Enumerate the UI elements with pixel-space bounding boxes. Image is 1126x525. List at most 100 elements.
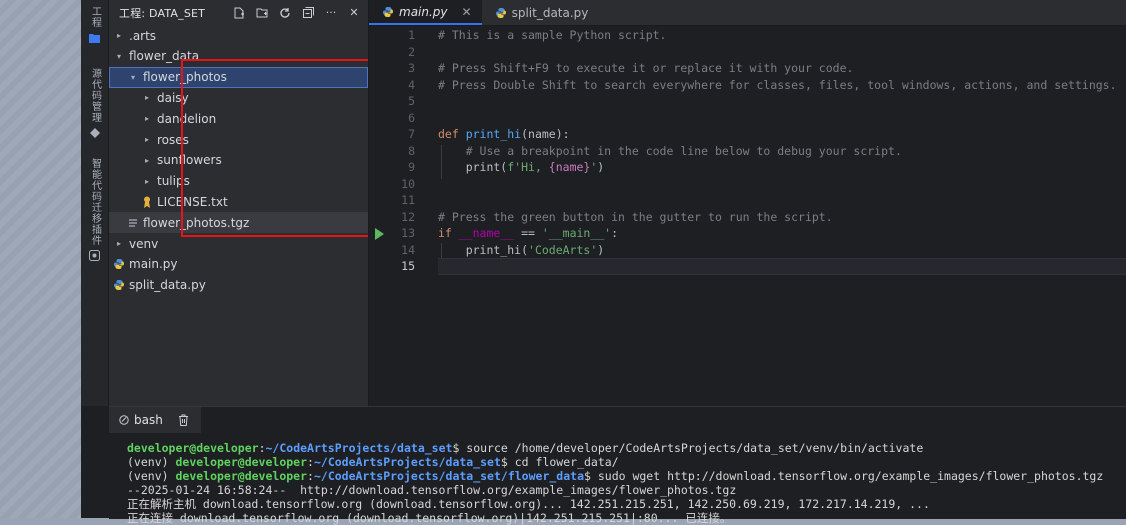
python-icon	[113, 279, 125, 291]
code-text: ==	[514, 226, 542, 240]
close-tab-icon[interactable]: ✕	[462, 5, 472, 19]
terminal-colon: :	[307, 469, 314, 483]
license-icon	[141, 196, 153, 208]
tree-item-label: flower_data	[129, 49, 200, 64]
terminal-tabs: bash	[109, 407, 1126, 433]
explorer-title: 工程: DATA_SET	[119, 6, 206, 20]
refresh-icon[interactable]	[276, 4, 294, 22]
more-options-icon[interactable]: ···	[322, 4, 340, 22]
tab-main-py[interactable]: main.py ✕	[369, 0, 482, 25]
code-line: def print_hi(name):	[438, 126, 1126, 143]
migration-icon	[89, 250, 100, 261]
activity-code-migration-label: 智能代码迁移插件	[89, 158, 101, 246]
activity-project[interactable]: 工程	[81, 6, 108, 43]
tree-item--arts[interactable]: ▸ .arts	[109, 25, 368, 46]
tree-item-flower-photos[interactable]: ▾ flower_photos	[109, 66, 368, 88]
caret-right-icon[interactable]: ▸	[141, 114, 153, 123]
python-icon	[495, 7, 506, 18]
tree-item-tulips[interactable]: ▸ tulips	[109, 171, 368, 192]
terminal-path: ~/CodeArtsProjects/data_set	[265, 441, 453, 455]
tree-item-sunflowers[interactable]: ▸ sunflowers	[109, 150, 368, 171]
code-text: (name):	[521, 127, 570, 141]
caret-right-icon[interactable]: ▸	[113, 31, 125, 40]
caret-right-icon[interactable]: ▸	[141, 177, 153, 186]
code-text: print(	[438, 160, 508, 174]
code-text: :	[611, 226, 619, 240]
terminal-output[interactable]: developer@developer:~/CodeArtsProjects/d…	[109, 433, 1126, 525]
caret-right-icon[interactable]: ▸	[141, 135, 153, 144]
tree-item-label: roses	[157, 132, 189, 147]
tree-item-label: sunflowers	[157, 153, 222, 168]
tree-item-daisy[interactable]: ▸ daisy	[109, 87, 368, 108]
tree-item-flower-data[interactable]: ▾ flower_data	[109, 46, 368, 67]
code-line: if __name__ == '__main__':	[438, 225, 1126, 242]
terminal-output-line: 正在解析主机 download.tensorflow.org (download…	[127, 497, 930, 511]
terminal-line: (venv) developer@developer:~/CodeArtsPro…	[127, 455, 1126, 469]
collapse-all-icon[interactable]	[299, 4, 317, 22]
code-text: )	[597, 160, 605, 174]
terminal-tab-bash[interactable]: bash	[109, 407, 201, 433]
code-area[interactable]: # This is a sample Python script. # Pres…	[438, 27, 1126, 275]
terminal-user: developer@developer	[175, 469, 308, 483]
tab-split-data-py[interactable]: split_data.py	[482, 0, 599, 25]
code-keyword: def	[438, 127, 466, 141]
code-text: print_hi(	[438, 242, 529, 257]
code-text: )	[597, 242, 605, 257]
tree-item-label: tulips	[157, 174, 190, 189]
activity-source-control[interactable]: 源代码管理	[81, 68, 108, 138]
run-arrow-icon[interactable]	[375, 228, 384, 240]
ide-window: 工程 源代码管理 智能代码迁移插件 工程: DATA_SET ··· ✕ ▸ .…	[81, 0, 1126, 525]
code-keyword: if	[438, 226, 459, 240]
code-line: # Press Shift+F9 to execute it or replac…	[438, 61, 854, 75]
desktop-background	[0, 0, 81, 518]
terminal-command: $ sudo wget http://download.tensorflow.o…	[584, 469, 1104, 483]
tree-item-license-txt[interactable]: LICENSE.txt	[109, 191, 368, 212]
terminal-path: ~/CodeArtsProjects/data_set/flower_data	[313, 469, 584, 483]
trash-icon[interactable]	[177, 413, 191, 427]
line-number: 3	[408, 61, 415, 75]
terminal-colon: :	[307, 455, 314, 469]
caret-right-icon[interactable]: ▸	[141, 156, 153, 165]
terminal-prefix: (venv)	[127, 469, 176, 483]
tree-item-dandelion[interactable]: ▸ dandelion	[109, 108, 368, 129]
code-editor: main.py ✕ split_data.py 1 2 3 4 5 6 7 8 9 10 11 12 1…	[368, 0, 1126, 406]
caret-right-icon[interactable]: ▸	[113, 239, 125, 248]
tree-item-label: .arts	[129, 28, 157, 43]
caret-down-icon[interactable]: ▾	[127, 73, 139, 82]
diamond-icon	[89, 127, 100, 138]
explorer-header: 工程: DATA_SET ··· ✕	[109, 0, 368, 25]
close-explorer-icon[interactable]: ✕	[345, 4, 363, 22]
code-line: # Press Double Shift to search everywher…	[438, 77, 1117, 92]
tree-item-split-data-py[interactable]: split_data.py	[109, 275, 368, 296]
tab-split-data-py-label: split_data.py	[511, 5, 589, 20]
project-explorer: 工程: DATA_SET ··· ✕ ▸ .arts ▾ flower_data ▾ fl…	[109, 0, 368, 406]
terminal-colon: :	[258, 441, 266, 455]
tree-item-venv[interactable]: ▸ venv	[109, 233, 368, 254]
line-number: 15	[401, 259, 415, 273]
python-icon	[383, 6, 393, 17]
line-number: 12	[401, 209, 415, 224]
line-number: 10	[401, 176, 415, 191]
terminal-command: $ cd flower_data/	[500, 455, 619, 469]
terminal-prefix: (venv)	[127, 455, 176, 469]
caret-right-icon[interactable]: ▸	[141, 93, 153, 102]
code-dunder: __name__	[458, 226, 515, 240]
code-line: # Use a breakpoint in the code line belo…	[438, 143, 902, 158]
terminal-command: $ source /home/developer/CodeArtsProject…	[452, 441, 924, 455]
new-file-icon[interactable]	[230, 4, 248, 22]
tree-item-flower-photos-tgz[interactable]: flower_photos.tgz	[109, 212, 368, 234]
tree-item-label: flower_photos	[143, 70, 227, 85]
caret-down-icon[interactable]: ▾	[113, 52, 125, 61]
activity-code-migration[interactable]: 智能代码迁移插件	[81, 158, 108, 261]
tree-item-roses[interactable]: ▸ roses	[109, 129, 368, 150]
line-number: 9	[408, 160, 415, 174]
new-folder-icon[interactable]	[253, 4, 271, 22]
tree-item-main-py[interactable]: main.py	[109, 254, 368, 275]
code-function-name: print_hi	[465, 127, 522, 141]
line-number: 11	[401, 193, 415, 207]
